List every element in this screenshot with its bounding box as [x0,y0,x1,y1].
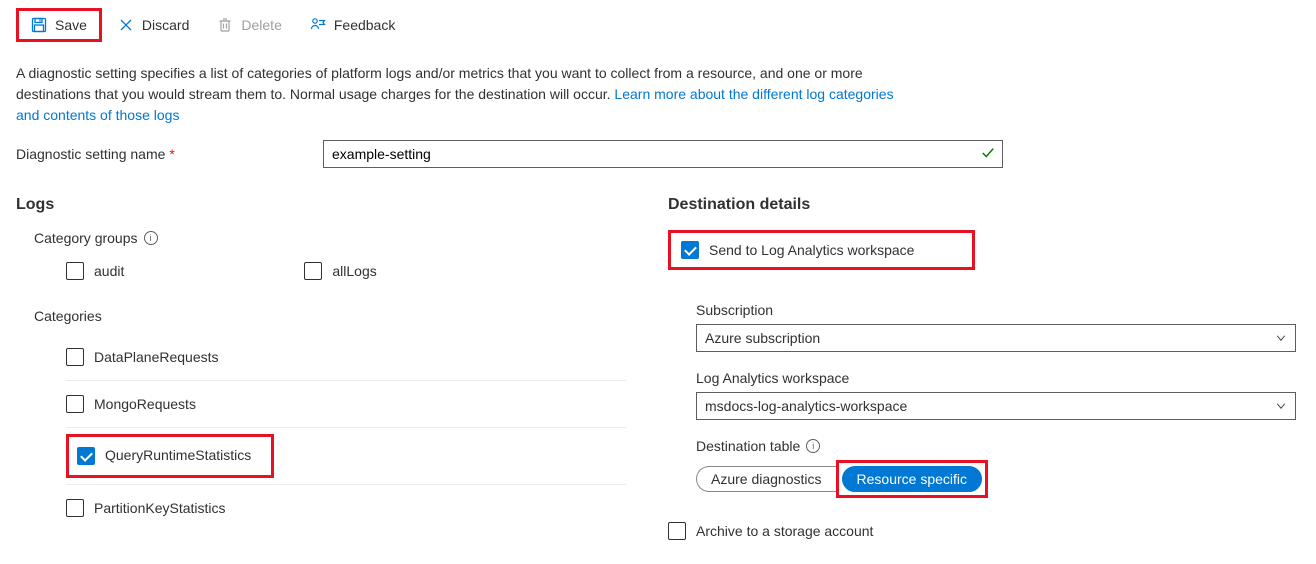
mongorequests-checkbox[interactable] [66,395,84,413]
logs-title: Logs [16,196,648,214]
discard-button[interactable]: Discard [106,11,201,39]
alllogs-label: allLogs [332,263,376,279]
chevron-down-icon [1275,400,1287,412]
save-icon [31,17,47,33]
description-text: A diagnostic setting specifies a list of… [16,63,896,126]
send-la-label: Send to Log Analytics workspace [709,242,914,258]
subscription-select[interactable]: Azure subscription [696,324,1296,352]
subscription-label: Subscription [696,302,1300,318]
categories-label: Categories [34,308,648,324]
partitionkeystatistics-label: PartitionKeyStatistics [94,500,226,516]
category-groups-label: Category groups [34,230,138,246]
info-icon[interactable]: i [144,231,158,245]
audit-label: audit [94,263,124,279]
feedback-button[interactable]: Feedback [298,11,407,39]
feedback-label: Feedback [334,17,395,33]
save-label: Save [55,17,87,33]
archive-label: Archive to a storage account [696,523,873,539]
destination-title: Destination details [668,196,1300,214]
chevron-down-icon [1275,332,1287,344]
valid-check-icon [981,146,995,163]
dataplanerequests-checkbox[interactable] [66,348,84,366]
mongorequests-label: MongoRequests [94,396,196,412]
archive-checkbox[interactable] [668,522,686,540]
queryruntimestatistics-label: QueryRuntimeStatistics [105,447,251,465]
feedback-icon [310,17,326,33]
trash-icon [217,17,233,33]
pill-azure-diagnostics[interactable]: Azure diagnostics [696,466,836,492]
info-icon[interactable]: i [806,439,820,453]
close-icon [118,17,134,33]
delete-label: Delete [241,17,281,33]
pill-resource-specific[interactable]: Resource specific [842,466,983,492]
dataplanerequests-label: DataPlaneRequests [94,349,219,365]
subscription-value: Azure subscription [705,330,820,346]
setting-name-input[interactable] [323,140,1003,168]
queryruntimestatistics-checkbox[interactable] [77,447,95,465]
dest-table-label: Destination table [696,438,800,454]
discard-label: Discard [142,17,189,33]
save-button[interactable]: Save [19,11,99,39]
delete-button: Delete [205,11,293,39]
send-la-checkbox[interactable] [681,241,699,259]
setting-name-label: Diagnostic setting name* [16,146,326,162]
workspace-value: msdocs-log-analytics-workspace [705,398,907,414]
partitionkeystatistics-checkbox[interactable] [66,499,84,517]
audit-checkbox[interactable] [66,262,84,280]
alllogs-checkbox[interactable] [304,262,322,280]
workspace-select[interactable]: msdocs-log-analytics-workspace [696,392,1296,420]
workspace-label: Log Analytics workspace [696,370,1300,386]
